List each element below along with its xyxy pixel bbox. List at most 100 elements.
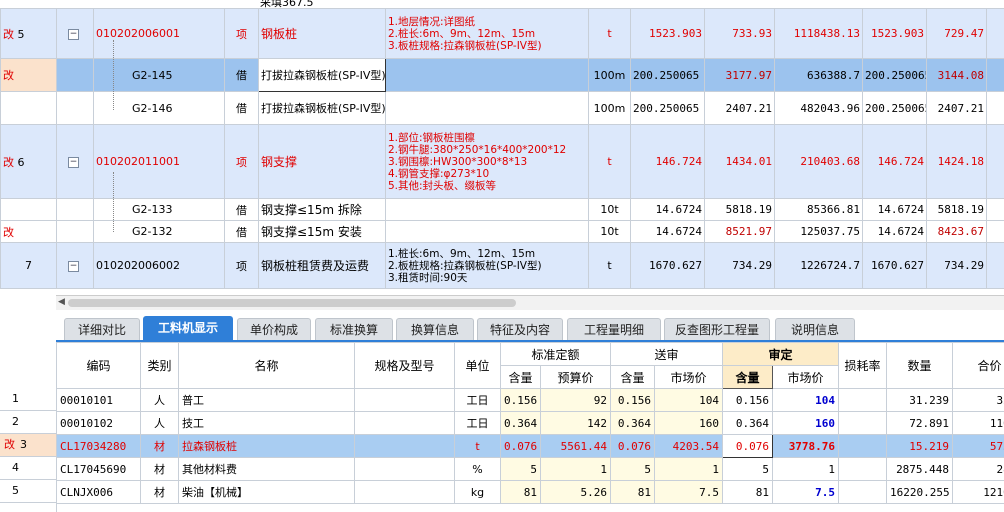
col-std-content[interactable]: 含量 (500, 365, 541, 389)
col-loss-rate[interactable]: 损耗率 (838, 342, 888, 389)
item-audit-price: 1424.18 (926, 124, 987, 199)
item-audit-price: 734.29 (926, 242, 987, 289)
tab-description-info[interactable]: 说明信息 (775, 318, 855, 341)
item-type: 借 (224, 58, 259, 92)
res-audit-qty[interactable]: 0.364 (722, 411, 774, 435)
item-total: 1226724.7 (774, 242, 863, 289)
col-quantity[interactable]: 数量 (886, 342, 954, 389)
item-unit: 100m (588, 91, 631, 125)
res-audit-qty[interactable]: 81 (722, 480, 774, 504)
tab-features-content[interactable]: 特征及内容 (477, 318, 563, 341)
res-audit-qty[interactable]: 0.156 (722, 388, 774, 412)
res-send-price: 7.5 (654, 480, 724, 504)
collapse-icon[interactable]: − (68, 156, 79, 168)
res-category: 材 (140, 480, 179, 504)
item-total: 210403.68 (774, 124, 863, 199)
res-total: 121651 (952, 480, 1004, 504)
table-row[interactable]: 7 − 010202006002 项 钢板桩租赁费及运费 1.桩长:6m、9m、… (0, 242, 1004, 289)
table-row[interactable]: 00010102 人 技工 工日 0.364 142 0.364 160 0.3… (56, 411, 1004, 435)
measure-items-grid: 采填367.5 改 5 − 010202006001 项 钢板桩 1.地层情况:… (0, 0, 1004, 295)
item-price: 734.29 (704, 242, 775, 289)
table-row[interactable]: 改 G2-132 借 钢支撑≤15m 安装 10t 14.6724 8521.9… (0, 220, 1004, 243)
res-loss (838, 388, 888, 412)
col-audit-market-price[interactable]: 市场价 (772, 365, 840, 389)
res-name: 拉森钢板桩 (178, 434, 355, 458)
item-audit-price: 2407.21 (926, 91, 987, 125)
res-name: 技工 (178, 411, 355, 435)
scroll-left-icon[interactable]: ◀ (58, 297, 65, 307)
table-row[interactable]: 改 G2-145 借 打拔拉森钢板桩(SP-IV型) 打拉森钢板桩 100m 2… (0, 58, 1004, 92)
col-std-budget-price[interactable]: 预算价 (539, 365, 612, 389)
item-name: 钢板桩租赁费及运费 (258, 242, 386, 289)
res-audit-qty[interactable]: 5 (722, 457, 774, 481)
col-code[interactable]: 编码 (56, 342, 141, 389)
col-group-standard: 标准定额 (499, 342, 612, 366)
collapse-icon[interactable]: − (68, 260, 79, 272)
table-row[interactable]: CLNJX006 材 柴油【机械】 kg 81 5.26 81 7.5 81 7… (56, 480, 1004, 504)
modified-mark: 改 (3, 27, 14, 41)
bottom-row-markers: 1 2 改 3 4 5 (0, 342, 57, 512)
desc-line: 5.其他:封头板、缀板等 (388, 179, 497, 192)
col-name[interactable]: 名称 (178, 342, 355, 389)
table-row[interactable]: G2-146 借 打拔拉森钢板桩(SP-IV型) 拔拉森钢板桩 100m 200… (0, 91, 1004, 125)
item-audit-qty: 200.250065 74 (862, 91, 927, 125)
desc-line: 1.地层情况:详图纸 (388, 15, 476, 28)
scrollbar-thumb[interactable] (68, 299, 516, 307)
col-audit-content[interactable]: 含量 (722, 365, 774, 389)
col-total[interactable]: 合价 (952, 342, 1004, 389)
table-row[interactable]: G2-133 借 钢支撑≤15m 拆除 10t 14.6724 5818.19 … (0, 198, 1004, 221)
item-qty: 146.724 (630, 124, 705, 199)
tab-labor-material-machine[interactable]: 工料机显示 (143, 316, 233, 342)
table-row[interactable]: 00010101 人 普工 工日 0.156 92 0.156 104 0.15… (56, 388, 1004, 412)
tab-reverse-lookup[interactable]: 反查图形工程量 (664, 318, 770, 341)
header-row: 编码 类别 名称 规格及型号 单位 标准定额 送审 审定 损耗率 数量 合价 (56, 342, 1004, 389)
res-send-price: 160 (654, 411, 724, 435)
col-category[interactable]: 类别 (140, 342, 179, 389)
col-send-content[interactable]: 含量 (610, 365, 656, 389)
item-audit-qty: 200.250065 74 (862, 58, 927, 92)
table-row[interactable]: 改 6 − 010202011001 项 钢支撑 1.部位:钢板桩围檩 2.钢牛… (0, 124, 1004, 199)
tab-detail-compare[interactable]: 详细对比 (64, 318, 140, 341)
collapse-icon[interactable]: − (68, 28, 79, 40)
tab-quantity-details[interactable]: 工程量明细 (567, 318, 661, 341)
item-name[interactable]: 打拔拉森钢板桩(SP-IV型) 打拉森钢板桩 (258, 58, 386, 92)
res-audit-price[interactable]: 3778.76 (772, 434, 840, 458)
item-unit: 10t (588, 220, 631, 243)
col-send-market-price[interactable]: 市场价 (654, 365, 724, 389)
tab-unit-price-composition[interactable]: 单价构成 (237, 318, 311, 341)
res-code: CLNJX006 (56, 480, 141, 504)
row-number: 4 (12, 461, 19, 474)
res-audit-price[interactable]: 1 (772, 457, 840, 481)
item-total: 1118438.13 (774, 8, 863, 59)
res-spec (354, 480, 455, 504)
res-total: 57508 (952, 434, 1004, 458)
res-spec (354, 457, 455, 481)
horizontal-scrollbar[interactable]: ◀ (56, 295, 1004, 310)
res-std-price: 142 (539, 411, 612, 435)
col-spec[interactable]: 规格及型号 (354, 342, 455, 389)
item-qty: 14.6724 (630, 198, 705, 221)
desc-line: 3.板桩规格:拉森钢板桩(SP-IV型) (388, 39, 542, 52)
res-audit-price[interactable]: 104 (772, 388, 840, 412)
res-std-price: 1 (539, 457, 612, 481)
table-row-selected[interactable]: CL17034280 材 拉森钢板桩 t 0.076 5561.44 0.076… (56, 434, 1004, 458)
item-price: 5818.19 (704, 198, 775, 221)
item-code: 010202006002 (93, 242, 225, 289)
tab-conversion-info[interactable]: 换算信息 (396, 318, 474, 341)
res-audit-qty[interactable]: 0.076 (722, 434, 774, 458)
detail-tab-bar: 详细对比 工料机显示 单价构成 标准换算 换算信息 特征及内容 工程量明细 反查… (0, 310, 1004, 342)
col-group-submitted: 送审 (610, 342, 724, 366)
table-row[interactable]: CL17045690 材 其他材料费 % 5 1 5 1 5 1 2875.44… (56, 457, 1004, 481)
table-row[interactable]: 改 5 − 010202006001 项 钢板桩 1.地层情况:详图纸 2.桩长… (0, 8, 1004, 59)
res-std-qty: 0.076 (500, 434, 541, 458)
res-audit-price[interactable]: 7.5 (772, 480, 840, 504)
res-spec (354, 434, 455, 458)
item-desc: 1.桩长:6m、9m、12m、15m 2.板桩规格:拉森钢板桩(SP-IV型) … (385, 242, 589, 289)
tab-standard-conversion[interactable]: 标准换算 (315, 318, 393, 341)
col-unit[interactable]: 单位 (454, 342, 501, 389)
res-name: 其他材料费 (178, 457, 355, 481)
res-audit-price[interactable]: 160 (772, 411, 840, 435)
res-qty: 31.239 (886, 388, 954, 412)
res-category: 人 (140, 411, 179, 435)
resource-grid: 编码 类别 名称 规格及型号 单位 标准定额 送审 审定 损耗率 数量 合价 含… (56, 342, 1004, 512)
